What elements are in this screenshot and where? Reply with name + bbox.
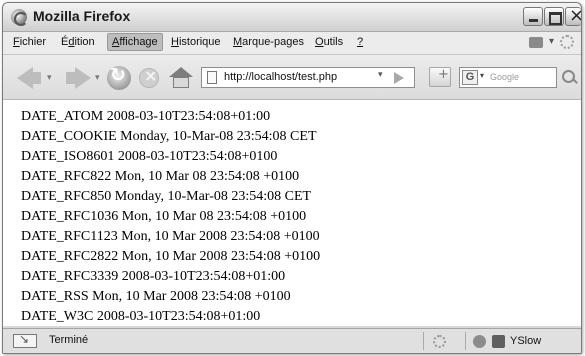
page-icon: [207, 71, 217, 84]
search-engine-icon[interactable]: G: [462, 70, 478, 85]
stop-button[interactable]: [139, 66, 159, 88]
minimize-button[interactable]: [523, 7, 543, 26]
search-button[interactable]: [559, 66, 579, 88]
menu-outils[interactable]: Outils: [313, 36, 345, 48]
loading-indicator-icon: [433, 335, 446, 348]
menu-bar: Fichier Édition Affichage Historique Mar…: [3, 32, 581, 55]
url-bar[interactable]: http://localhost/test.php ▾: [201, 67, 415, 88]
maximize-button[interactable]: [544, 7, 564, 26]
date-constant-line: DATE_W3C 2008-03-10T23:54:08+01:00: [21, 309, 261, 324]
date-constant-line: DATE_RFC1123 Mon, 10 Mar 2008 23:54:08 +…: [21, 229, 320, 244]
search-placeholder[interactable]: Google: [490, 72, 519, 82]
toolbar-extension-icon[interactable]: [529, 37, 543, 48]
firefox-app-icon: [11, 9, 28, 26]
menu-fichier[interactable]: Fichier: [11, 36, 48, 48]
browser-window: Mozilla Firefox Fichier Édition Affichag…: [2, 2, 582, 354]
url-text[interactable]: http://localhost/test.php: [224, 71, 337, 83]
chevron-down-icon[interactable]: ▾: [549, 36, 554, 47]
add-bookmark-button[interactable]: [429, 67, 451, 87]
date-constant-line: DATE_RSS Mon, 10 Mar 2008 23:54:08 +0100: [21, 289, 291, 304]
firebug-icon[interactable]: [473, 335, 486, 348]
menu-help[interactable]: ?: [355, 36, 365, 48]
back-button[interactable]: [31, 72, 41, 84]
forward-history-dropdown-icon[interactable]: ▾: [95, 73, 100, 83]
forward-arrow-icon[interactable]: [75, 67, 91, 89]
menu-marque-pages[interactable]: Marque-pages: [231, 36, 306, 48]
reload-button[interactable]: [107, 64, 131, 90]
window-title: Mozilla Firefox: [33, 8, 131, 24]
home-button[interactable]: [169, 67, 193, 89]
date-constant-line: DATE_ATOM 2008-03-10T23:54:08+01:00: [21, 109, 271, 124]
menu-affichage[interactable]: Affichage: [107, 33, 163, 51]
home-icon: [169, 67, 193, 77]
resize-icon[interactable]: [13, 332, 37, 348]
menu-historique[interactable]: Historique: [169, 36, 223, 48]
date-constant-line: DATE_RFC1036 Mon, 10 Mar 08 23:54:08 +01…: [21, 209, 307, 224]
go-arrow-icon[interactable]: [394, 72, 404, 84]
url-history-dropdown-icon[interactable]: ▾: [378, 70, 383, 80]
back-history-dropdown-icon[interactable]: ▾: [47, 73, 52, 83]
date-constant-line: DATE_RFC850 Monday, 10-Mar-08 23:54:08 C…: [21, 189, 312, 204]
title-bar[interactable]: Mozilla Firefox: [3, 3, 581, 32]
date-constant-line: DATE_RFC822 Mon, 10 Mar 08 23:54:08 +010…: [21, 169, 300, 184]
date-constant-line: DATE_COOKIE Monday, 10-Mar-08 23:54:08 C…: [21, 129, 317, 144]
status-text: Terminé: [49, 334, 89, 346]
page-content: DATE_ATOM 2008-03-10T23:54:08+01:00 DATE…: [3, 100, 581, 326]
status-bar: Terminé YSlow: [3, 328, 581, 353]
yslow-label[interactable]: YSlow: [510, 335, 541, 347]
date-constant-line: DATE_RFC2822 Mon, 10 Mar 2008 23:54:08 +…: [21, 249, 321, 264]
menu-edition[interactable]: Édition: [59, 36, 97, 48]
navigation-toolbar: ▾ ▾ http://localhost/test.php ▾ G ▾ Goog…: [3, 55, 581, 100]
close-button[interactable]: [565, 5, 581, 26]
search-engine-dropdown-icon[interactable]: ▾: [480, 71, 484, 80]
throbber-icon: [560, 35, 574, 49]
date-constant-line: DATE_ISO8601 2008-03-10T23:54:08+0100: [21, 149, 278, 164]
yslow-icon[interactable]: [492, 335, 505, 348]
date-constant-line: DATE_RFC3339 2008-03-10T23:54:08+01:00: [21, 269, 286, 284]
search-box[interactable]: G ▾ Google: [459, 67, 557, 88]
